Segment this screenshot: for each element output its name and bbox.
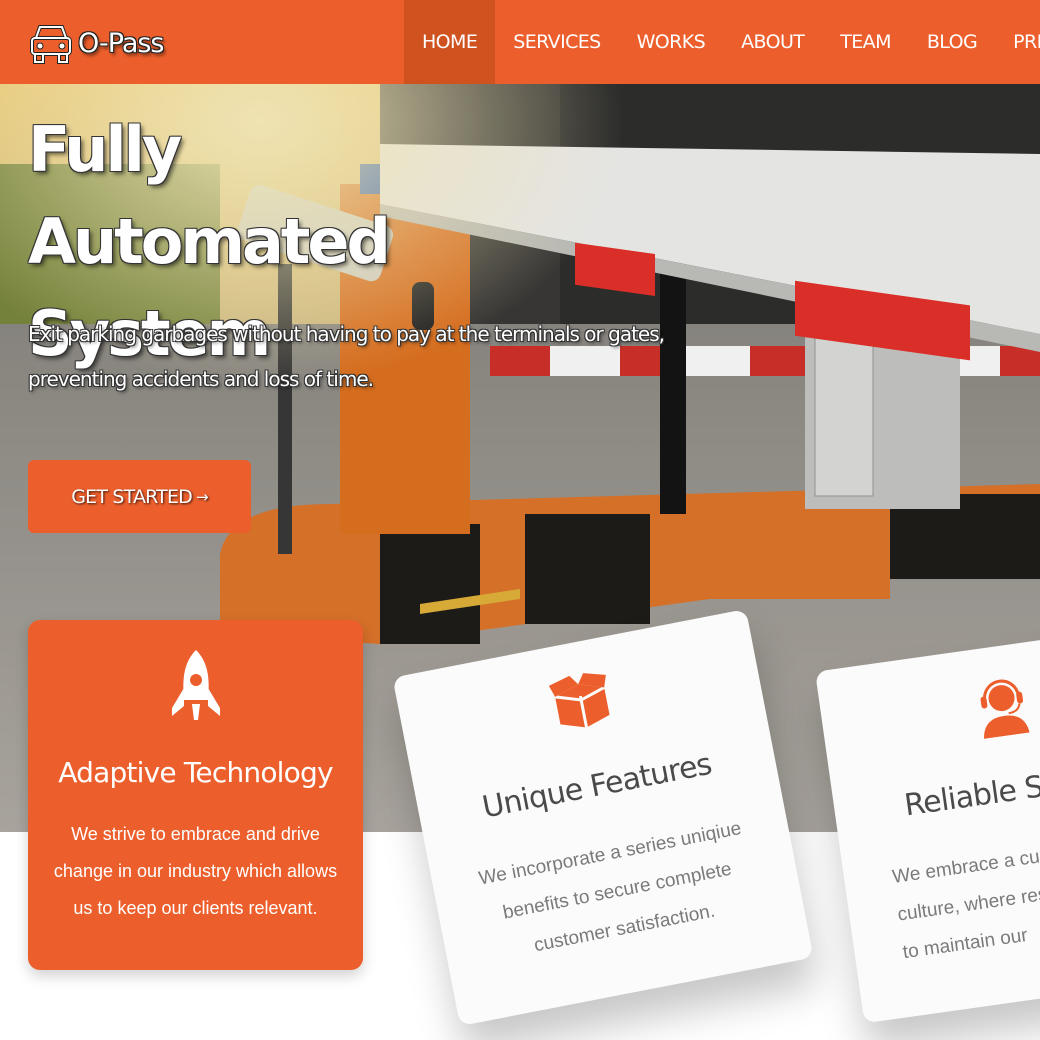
top-navbar: O-Pass HOME SERVICES WORKS ABOUT TEAM BL…	[0, 0, 1040, 84]
feature-title: Reliable Su	[902, 766, 1040, 824]
rocket-icon	[172, 650, 220, 720]
main-nav: HOME SERVICES WORKS ABOUT TEAM BLOG PRIC…	[404, 0, 1040, 84]
open-box-icon	[548, 673, 610, 728]
feature-description-line-3: to maintain our	[901, 924, 1029, 964]
hero-subtitle: Exit parking garbages without having to …	[28, 312, 708, 402]
nav-item-team[interactable]: TEAM	[822, 0, 909, 84]
get-started-button[interactable]: GET STARTED →	[28, 460, 251, 533]
nav-item-blog[interactable]: BLOG	[909, 0, 995, 84]
hero-title-line-1: Fully Automated	[28, 113, 391, 278]
feature-card-unique-features: Unique Features We incorporate a series …	[392, 608, 814, 1027]
feature-title: Adaptive Technology	[58, 756, 333, 789]
nav-item-works[interactable]: WORKS	[619, 0, 723, 84]
feature-description: We embrace a cus culture, where reso to …	[890, 815, 1040, 972]
nav-item-home[interactable]: HOME	[404, 0, 496, 84]
headset-support-icon	[980, 679, 1030, 739]
feature-description-line-1: We embrace a cus	[890, 845, 1040, 888]
feature-description: We strive to embrace and drive change in…	[53, 824, 338, 918]
arrow-right-icon: →	[196, 487, 209, 506]
nav-item-about[interactable]: ABOUT	[723, 0, 822, 84]
feature-card-reliable-support: Reliable Su We embrace a cus culture, wh…	[815, 621, 1040, 1024]
feature-card-adaptive-technology: Adaptive Technology We strive to embrace…	[28, 620, 363, 970]
feature-description: We incorporate a series uniqiue benefits…	[477, 818, 744, 957]
nav-item-pricing[interactable]: PRICING	[995, 0, 1040, 84]
car-icon	[30, 25, 72, 64]
hero-subtitle-line-2: preventing accidents and loss of time.	[28, 367, 374, 391]
brand-name: O-Pass	[78, 27, 164, 59]
brand-logo[interactable]: O-Pass	[26, 16, 164, 70]
nav-item-services[interactable]: SERVICES	[495, 0, 618, 84]
hero-subtitle-line-1: Exit parking garbages without having to …	[28, 322, 665, 346]
feature-description-line-2: culture, where reso	[896, 882, 1040, 926]
get-started-label: GET STARTED	[71, 485, 193, 508]
